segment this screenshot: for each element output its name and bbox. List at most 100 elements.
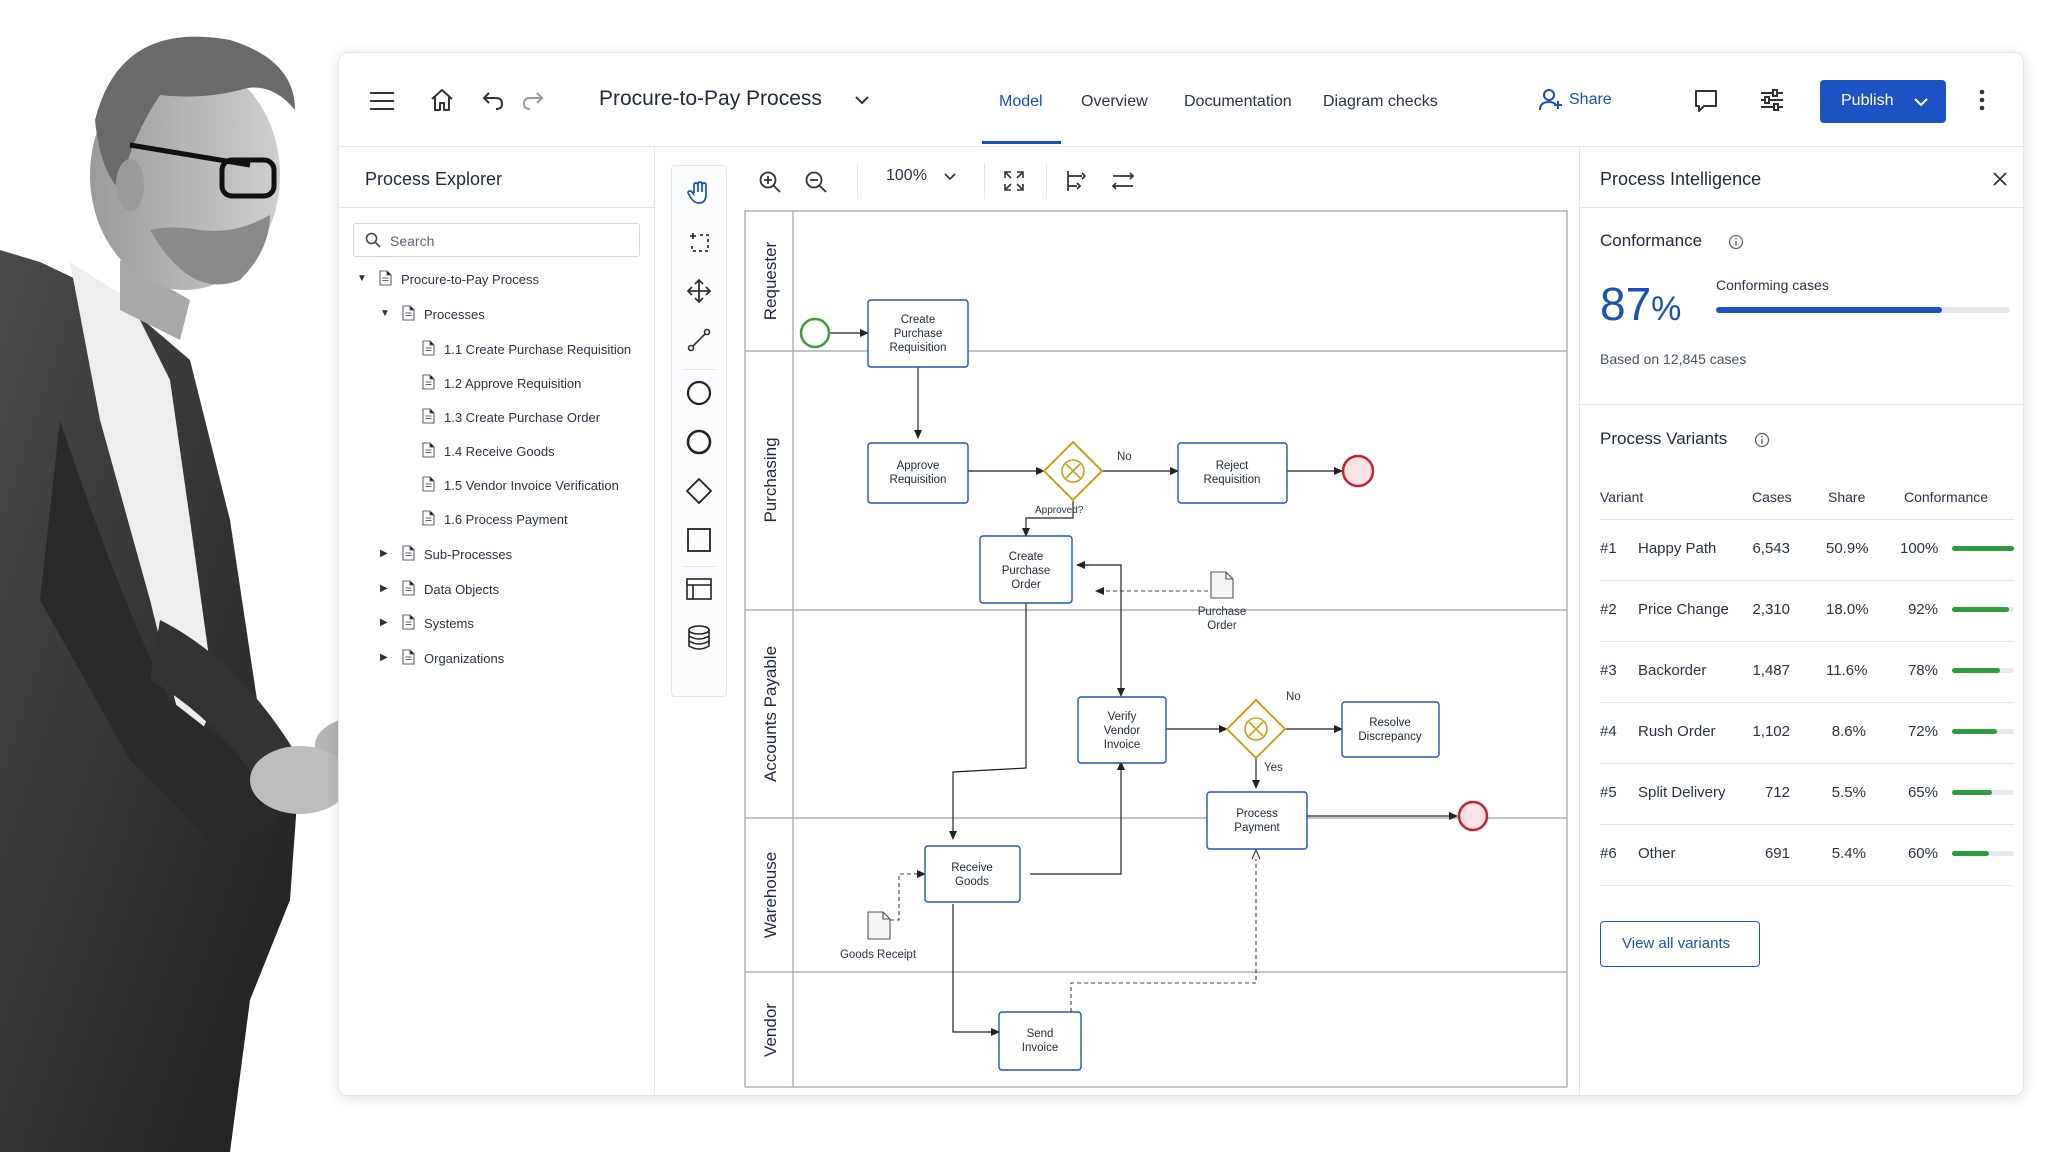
data-object-label: Goods Receipt [840, 949, 917, 961]
document-icon [402, 614, 415, 633]
zoom-level-select[interactable]: 100% [886, 167, 956, 185]
tree-item[interactable]: ▶ Sub-Processes [339, 545, 639, 563]
lasso-select-icon[interactable] [687, 230, 711, 254]
variant-name: Split Delivery [1638, 784, 1726, 801]
variant-conformance-fill [1952, 607, 2010, 612]
publish-button[interactable]: Publish [1820, 80, 1946, 123]
divider [1580, 207, 2023, 208]
task-approve-requisition[interactable]: Approve Requisition [867, 442, 969, 504]
start-event[interactable] [799, 317, 831, 349]
caret-down-icon[interactable]: ▼ [380, 308, 390, 319]
divider [1046, 163, 1047, 199]
connect-tool-icon[interactable] [687, 328, 711, 352]
menu-icon[interactable] [369, 91, 395, 111]
process-explorer-panel: Process Explorer Search ▼ Procure-to-Pay … [339, 147, 655, 1095]
tab-overview[interactable]: Overview [1081, 93, 1148, 111]
caret-down-icon[interactable]: ▼ [357, 273, 367, 284]
task-create-purchase-order[interactable]: Create Purchase Order [979, 535, 1073, 604]
variant-name: Price Change [1638, 601, 1729, 618]
info-icon[interactable] [1728, 234, 1744, 250]
fit-to-screen-icon[interactable] [1003, 170, 1025, 192]
variant-cases: 712 [1764, 784, 1790, 801]
column-header-conformance[interactable]: Conformance [1904, 489, 1988, 505]
flow-label-yes: Yes [1264, 762, 1283, 774]
task-send-invoice[interactable]: Send Invoice [998, 1011, 1082, 1071]
task-process-payment[interactable]: Process Payment [1206, 791, 1308, 850]
task-create-purchase-requisition[interactable]: Create Purchase Requisition [867, 299, 969, 368]
variant-name: Backorder [1638, 662, 1707, 679]
process-title[interactable]: Procure-to-Pay Process [599, 87, 822, 111]
end-event-rejected[interactable] [1341, 454, 1375, 488]
align-left-icon[interactable] [1065, 170, 1089, 192]
tree-item-label: Procure-to-Pay Process [401, 272, 539, 287]
settings-sliders-icon[interactable] [1760, 89, 1784, 111]
tree-item[interactable]: 1.3 Create Purchase Order [339, 408, 639, 426]
tab-documentation[interactable]: Documentation [1184, 93, 1292, 111]
end-event-icon[interactable] [685, 428, 713, 456]
pool-lane-icon[interactable] [685, 576, 713, 602]
distribute-icon[interactable] [1111, 170, 1135, 192]
caret-right-icon[interactable]: ▶ [380, 652, 388, 663]
variant-share: 11.6% [1826, 662, 1868, 679]
variant-row[interactable]: #1 Happy Path 6,543 50.9% 100% [1600, 520, 2014, 581]
view-all-variants-button[interactable]: View all variants [1600, 921, 1760, 967]
add-user-icon[interactable] [1538, 87, 1564, 113]
variant-row[interactable]: #4 Rush Order 1,102 8.6% 72% [1600, 703, 2014, 764]
gateway-icon[interactable] [685, 477, 713, 505]
tree-item[interactable]: 1.6 Process Payment [339, 510, 639, 528]
home-icon[interactable] [429, 87, 455, 113]
more-vertical-icon[interactable] [1979, 89, 1985, 111]
tree-item[interactable]: ▼ Processes [339, 305, 639, 323]
redo-icon[interactable] [522, 89, 544, 111]
column-header-variant[interactable]: Variant [1600, 489, 1643, 505]
document-icon [402, 649, 415, 668]
column-header-share[interactable]: Share [1828, 489, 1865, 505]
end-event-paid[interactable] [1457, 800, 1489, 832]
conformance-unit: % [1651, 290, 1682, 328]
tree-item-label: 1.2 Approve Requisition [444, 376, 582, 391]
tree-item[interactable]: 1.2 Approve Requisition [339, 374, 639, 392]
hand-tool-icon[interactable] [686, 180, 712, 206]
share-button[interactable]: Share [1569, 91, 1612, 109]
tree-item[interactable]: ▶ Systems [339, 614, 639, 632]
info-icon[interactable] [1754, 432, 1770, 448]
intel-title: Process Intelligence [1600, 169, 1762, 189]
search-input[interactable]: Search [353, 223, 640, 257]
zoom-in-icon[interactable] [758, 170, 782, 194]
variant-row[interactable]: #5 Split Delivery 712 5.5% 65% [1600, 764, 2014, 825]
tree-item[interactable]: 1.5 Vendor Invoice Verification [339, 476, 639, 494]
caret-right-icon[interactable]: ▶ [380, 583, 388, 594]
bpmn-diagram-canvas[interactable]: Requester Purchasing Accounts Payable Wa… [744, 210, 1570, 1090]
task-resolve-discrepancy[interactable]: Resolve Discrepancy [1341, 701, 1440, 758]
undo-icon[interactable] [482, 89, 504, 111]
data-store-icon[interactable] [686, 624, 712, 652]
task-receive-goods[interactable]: Receive Goods [924, 845, 1021, 903]
move-icon[interactable] [687, 279, 711, 303]
tree-item[interactable]: ▼ Procure-to-Pay Process [339, 270, 639, 288]
view-all-variants-label: View all variants [1622, 935, 1731, 952]
tree-item[interactable]: ▶ Organizations [339, 649, 639, 667]
tab-model[interactable]: Model [999, 93, 1043, 111]
conformance-number: 87 [1600, 278, 1652, 330]
tree-item[interactable]: 1.1 Create Purchase Requisition [339, 340, 639, 358]
caret-right-icon[interactable]: ▶ [380, 617, 388, 628]
task-icon[interactable] [686, 527, 712, 553]
tree-item[interactable]: 1.4 Receive Goods [339, 442, 639, 460]
task-label: Discrepancy [1358, 731, 1422, 743]
variant-share: 50.9% [1826, 540, 1869, 557]
variant-row[interactable]: #2 Price Change 2,310 18.0% 92% [1600, 581, 2014, 642]
column-header-cases[interactable]: Cases [1752, 489, 1792, 505]
start-event-icon[interactable] [685, 379, 713, 407]
comment-icon[interactable] [1694, 89, 1718, 113]
task-reject-requisition[interactable]: Reject Requisition [1177, 442, 1288, 504]
title-chevron-down-icon[interactable] [855, 95, 869, 105]
tab-diagram-checks[interactable]: Diagram checks [1323, 93, 1438, 111]
task-verify-vendor-invoice[interactable]: Verify Vendor Invoice [1077, 696, 1167, 764]
variant-conformance-fill [1952, 790, 1993, 795]
tree-item[interactable]: ▶ Data Objects [339, 580, 639, 598]
caret-right-icon[interactable]: ▶ [380, 548, 388, 559]
zoom-out-icon[interactable] [804, 170, 828, 194]
variant-row[interactable]: #3 Backorder 1,487 11.6% 78% [1600, 642, 2014, 703]
close-icon[interactable] [1992, 171, 2008, 187]
variant-row[interactable]: #6 Other 691 5.4% 60% [1600, 825, 2014, 886]
